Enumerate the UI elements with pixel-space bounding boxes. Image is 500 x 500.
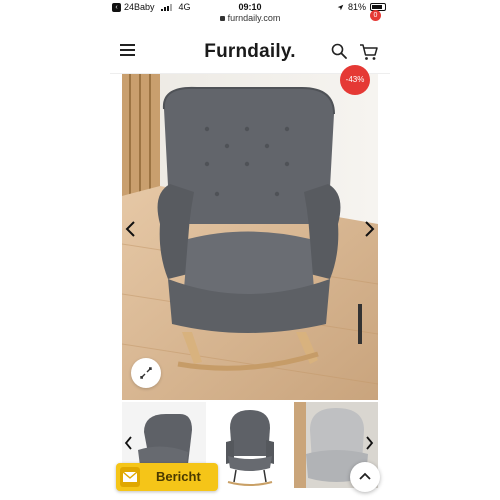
product-main-image[interactable] [122, 74, 378, 400]
cart-icon[interactable] [359, 43, 379, 61]
discount-badge: -43% [340, 65, 370, 95]
battery-percent: 81% [347, 2, 366, 12]
chevron-right-icon[interactable] [362, 220, 376, 238]
chair-photo [122, 74, 378, 400]
envelope-icon [120, 467, 140, 487]
message-button-label: Bericht [156, 469, 201, 484]
search-icon[interactable] [331, 43, 347, 59]
zoom-button[interactable] [131, 358, 161, 388]
cart-count-badge: 0 [370, 10, 381, 21]
brand-logo[interactable]: Furndaily. [110, 41, 390, 63]
lock-icon [219, 16, 225, 21]
location-arrow-icon [337, 4, 344, 10]
scroll-to-top-button[interactable] [350, 462, 380, 492]
expand-icon [140, 367, 152, 379]
url-bar[interactable]: furndaily.com [110, 13, 390, 27]
chevron-up-icon [359, 472, 371, 480]
message-button[interactable]: Bericht [116, 463, 218, 491]
thumbnail-next-icon[interactable] [364, 436, 374, 450]
chevron-left-icon[interactable] [124, 220, 138, 238]
thumbnail-2[interactable] [208, 402, 292, 488]
url-text: furndaily.com [227, 13, 281, 23]
status-bar: ‹ 24Baby 4G 09:10 81% [110, 0, 390, 14]
phone-screen: ‹ 24Baby 4G 09:10 81% furndaily.com Furn… [110, 0, 390, 500]
thumbnail-prev-icon[interactable] [124, 436, 134, 450]
